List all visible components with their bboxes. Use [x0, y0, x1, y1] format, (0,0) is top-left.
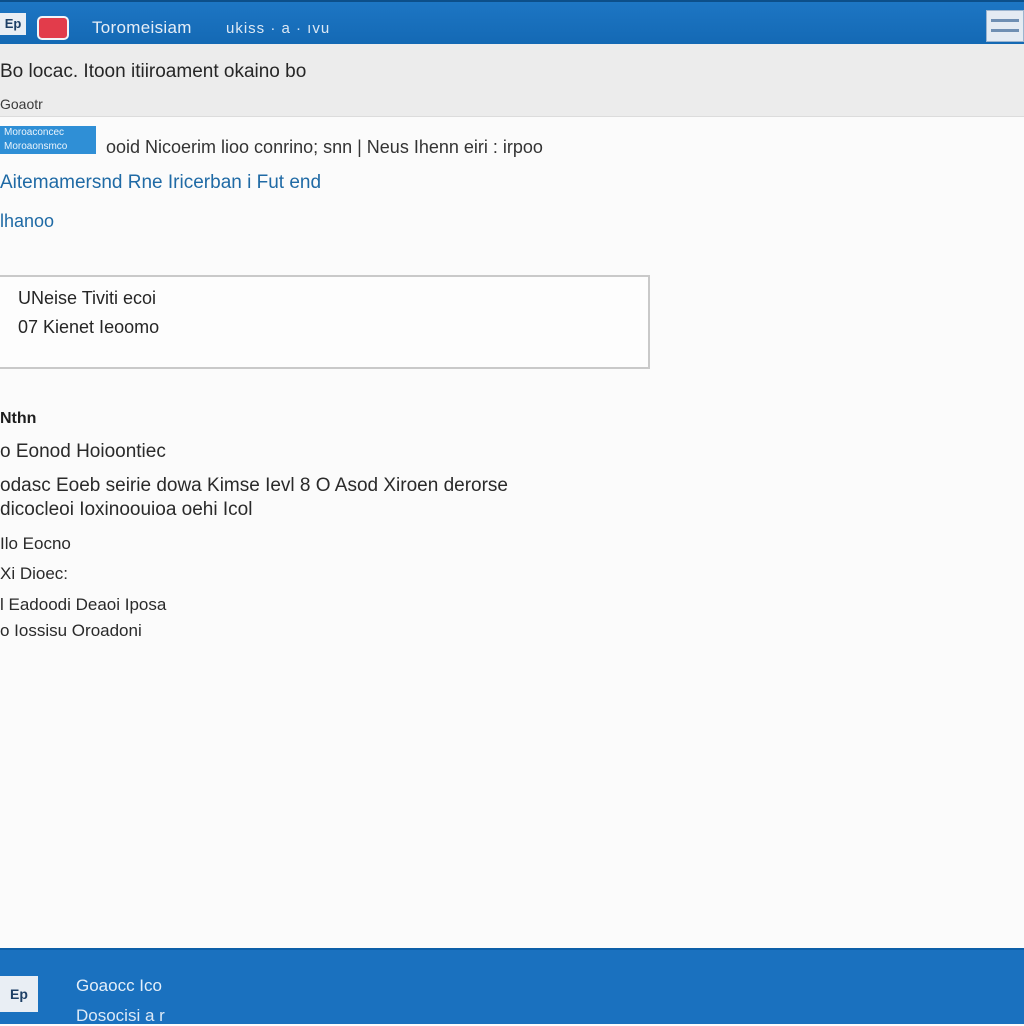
status-badge[interactable]: Moroaconcec Moroaonsmco: [0, 126, 96, 154]
taskbar-sublabel: Dosocisi a r: [76, 1006, 165, 1025]
list-item: dicocleoi Ioxinoouioa oehi Icol: [0, 499, 253, 520]
list-item: o Eonod Hoioontiec: [0, 441, 166, 462]
window-thumbnail-icon[interactable]: [986, 10, 1024, 42]
title-bar: Ep Toromeisiam ukiss · a · ıvu: [0, 0, 1024, 44]
window-title: Toromeisiam: [92, 18, 192, 37]
section-heading: Nthn: [0, 410, 37, 427]
primary-link[interactable]: Aitemamersnd Rne Iricerban i Fut end: [0, 172, 321, 194]
list-item: Xi Dioec:: [0, 564, 69, 583]
app-icon[interactable]: Ep: [0, 13, 26, 35]
page-header: Bo locac. Itoon itiiroament okaino bo Go…: [0, 44, 1024, 117]
page-subtitle: Goaotr: [0, 96, 43, 112]
panel-line: 07 Kienet Ieoomo: [18, 317, 160, 337]
details-panel: UNeise Tiviti ecoi 07 Kienet Ieoomo: [0, 275, 650, 369]
taskbar-label[interactable]: Goaocc Ico: [76, 976, 162, 996]
taskbar-app-icon[interactable]: Ep: [0, 976, 38, 1012]
list-item: o Iossisu Oroadoni: [0, 621, 142, 640]
list-item: l Eadoodi Deaoi Iposa: [0, 595, 167, 614]
secondary-link[interactable]: lhanoo: [0, 211, 54, 232]
record-button[interactable]: [37, 16, 69, 40]
list-item: odasc Eoeb seirie dowa Kimse Ievl 8 O As…: [0, 475, 508, 496]
info-text: ooid Nicoerim lioo conrino; snn | Neus I…: [106, 137, 543, 157]
panel-line: UNeise Tiviti ecoi: [18, 288, 157, 308]
taskbar: Ep Goaocc Ico Dosocisi a r: [0, 948, 1024, 1025]
page-title: Bo locac. Itoon itiiroament okaino bo: [0, 61, 307, 82]
window-title-extra: ukiss · a · ıvu: [226, 20, 331, 37]
list-item: Ilo Eocno: [0, 534, 71, 553]
